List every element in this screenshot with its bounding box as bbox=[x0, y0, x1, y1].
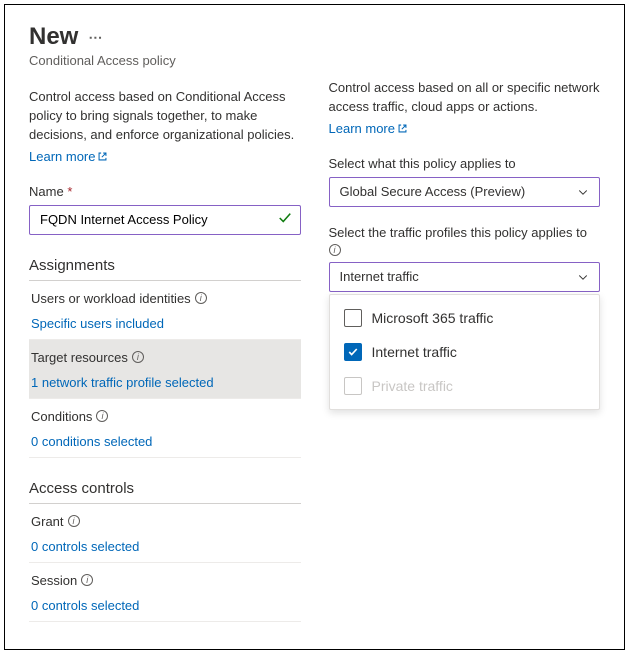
users-label: Users or workload identities bbox=[31, 291, 191, 306]
option-private: Private traffic bbox=[330, 369, 600, 403]
chevron-down-icon bbox=[577, 186, 589, 198]
external-link-icon bbox=[397, 123, 408, 134]
users-row[interactable]: Users or workload identities i Specific … bbox=[29, 281, 301, 340]
grant-row[interactable]: Grant i 0 controls selected bbox=[29, 504, 301, 563]
traffic-dropdown: Microsoft 365 traffic Internet traffic P… bbox=[329, 294, 601, 410]
option-label: Microsoft 365 traffic bbox=[372, 310, 494, 326]
traffic-label: Select the traffic profiles this policy … bbox=[329, 225, 601, 256]
more-menu-button[interactable]: ⋯ bbox=[88, 29, 103, 46]
external-link-icon bbox=[97, 151, 108, 162]
checkbox-checked[interactable] bbox=[344, 343, 362, 361]
learn-more-link-right[interactable]: Learn more bbox=[329, 121, 408, 136]
learn-more-text: Learn more bbox=[29, 149, 95, 164]
info-icon[interactable]: i bbox=[329, 244, 341, 256]
page-subtitle: Conditional Access policy bbox=[29, 53, 301, 68]
checkbox-disabled bbox=[344, 377, 362, 395]
applies-value: Global Secure Access (Preview) bbox=[340, 184, 526, 199]
option-label: Internet traffic bbox=[372, 344, 457, 360]
users-value[interactable]: Specific users included bbox=[31, 316, 299, 331]
target-row[interactable]: Target resources i 1 network traffic pro… bbox=[29, 340, 301, 399]
learn-more-link-left[interactable]: Learn more bbox=[29, 149, 108, 164]
info-icon[interactable]: i bbox=[96, 410, 108, 422]
grant-label: Grant bbox=[31, 514, 64, 529]
session-value[interactable]: 0 controls selected bbox=[31, 598, 299, 613]
traffic-select[interactable]: Internet traffic bbox=[329, 262, 601, 292]
session-row[interactable]: Session i 0 controls selected bbox=[29, 563, 301, 622]
controls-heading: Access controls bbox=[29, 480, 301, 504]
assignments-heading: Assignments bbox=[29, 257, 301, 281]
conditions-label: Conditions bbox=[31, 409, 92, 424]
right-description: Control access based on all or specific … bbox=[329, 79, 601, 117]
target-label: Target resources bbox=[31, 350, 128, 365]
valid-check-icon bbox=[278, 211, 292, 228]
name-input[interactable] bbox=[38, 211, 278, 228]
left-description: Control access based on Conditional Acce… bbox=[29, 88, 301, 145]
conditions-row[interactable]: Conditions i 0 conditions selected bbox=[29, 399, 301, 458]
applies-label: Select what this policy applies to bbox=[329, 156, 601, 171]
conditions-value[interactable]: 0 conditions selected bbox=[31, 434, 299, 449]
applies-select[interactable]: Global Secure Access (Preview) bbox=[329, 177, 601, 207]
info-icon[interactable]: i bbox=[68, 515, 80, 527]
title-text: New bbox=[29, 23, 78, 51]
checkbox-unchecked[interactable] bbox=[344, 309, 362, 327]
target-value[interactable]: 1 network traffic profile selected bbox=[31, 375, 299, 390]
session-label: Session bbox=[31, 573, 77, 588]
option-label: Private traffic bbox=[372, 378, 453, 394]
learn-more-text: Learn more bbox=[329, 121, 395, 136]
traffic-value: Internet traffic bbox=[340, 269, 419, 284]
grant-value[interactable]: 0 controls selected bbox=[31, 539, 299, 554]
info-icon[interactable]: i bbox=[132, 351, 144, 363]
option-internet[interactable]: Internet traffic bbox=[330, 335, 600, 369]
info-icon[interactable]: i bbox=[81, 574, 93, 586]
name-input-box[interactable] bbox=[29, 205, 301, 235]
page-title: New ⋯ bbox=[29, 23, 301, 51]
option-m365[interactable]: Microsoft 365 traffic bbox=[330, 301, 600, 335]
info-icon[interactable]: i bbox=[195, 292, 207, 304]
name-label: Name * bbox=[29, 184, 301, 199]
chevron-down-icon bbox=[577, 271, 589, 283]
